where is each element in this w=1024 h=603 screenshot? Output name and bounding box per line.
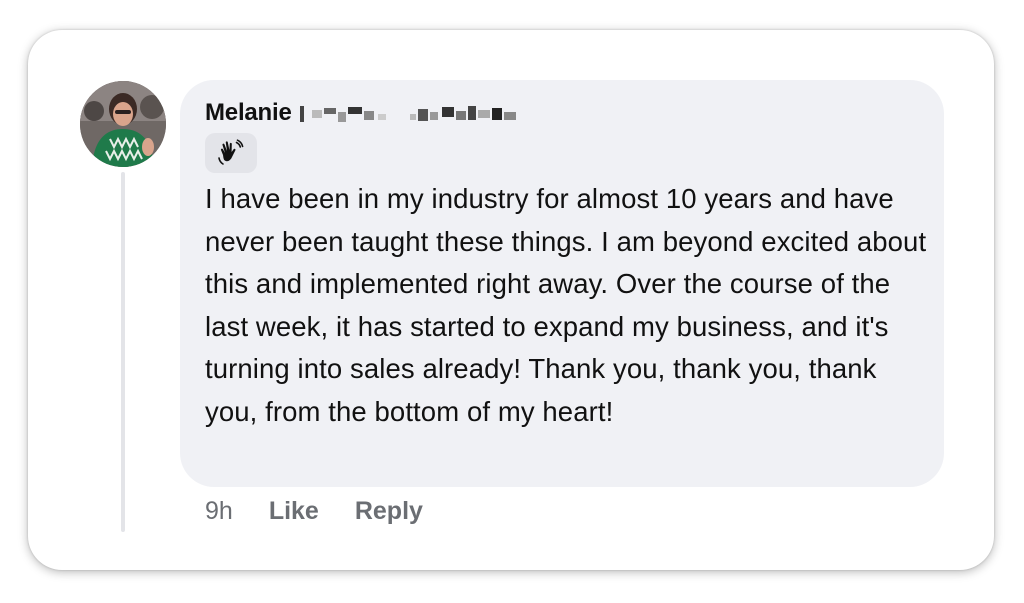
comment-actions: 9h Like Reply — [205, 497, 459, 526]
redacted-name — [299, 106, 516, 122]
comment-text: I have been in my industry for almost 10… — [205, 183, 927, 427]
author-name-row[interactable]: Melanie — [205, 99, 528, 127]
author-avatar[interactable] — [80, 81, 166, 167]
author-name[interactable]: Melanie — [205, 99, 292, 127]
like-button[interactable]: Like — [269, 497, 319, 526]
waving-hand-icon — [218, 139, 244, 165]
comment-timestamp[interactable]: 9h — [205, 497, 233, 526]
thread-line — [121, 172, 125, 532]
waving-hand-badge — [205, 133, 257, 173]
reply-button[interactable]: Reply — [355, 497, 423, 526]
